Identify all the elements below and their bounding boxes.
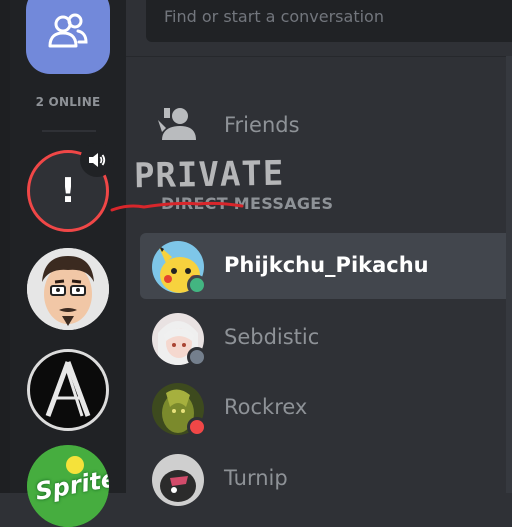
dm-item-rockrex[interactable]: Rockrex xyxy=(140,375,512,441)
header-divider xyxy=(126,56,512,57)
rail-separator xyxy=(42,130,96,132)
online-count: 2 ONLINE xyxy=(35,95,101,109)
scrollbar-track[interactable] xyxy=(506,56,512,493)
status-offline-icon xyxy=(187,347,207,367)
status-online-icon xyxy=(187,275,207,295)
alert-icon: ! xyxy=(60,171,76,211)
dm-name: Phijkchu_Pikachu xyxy=(224,253,429,277)
private-annotation: PRIVATE xyxy=(133,153,285,197)
server-sprite[interactable]: Sprite xyxy=(27,445,109,527)
red-underline-scribble xyxy=(110,201,244,212)
friends-nav-item[interactable]: Friends xyxy=(150,102,512,148)
speaker-icon xyxy=(89,153,106,167)
speaker-badge xyxy=(80,143,114,177)
dm-item-sebdistic[interactable]: Sebdistic xyxy=(140,305,512,371)
dm-name: Sebdistic xyxy=(224,325,320,349)
window-edge xyxy=(0,0,10,493)
search-placeholder: Find or start a conversation xyxy=(164,7,384,26)
friends-icon xyxy=(158,108,196,140)
cartoon-face-avatar xyxy=(27,248,109,330)
people-icon xyxy=(48,13,88,48)
character-avatar xyxy=(152,454,204,506)
friends-label: Friends xyxy=(224,113,300,137)
dm-item-turnip[interactable]: Turnip xyxy=(140,446,512,512)
letter-a-logo xyxy=(45,361,91,417)
server-letter-a[interactable] xyxy=(27,349,109,431)
home-friends-button[interactable] xyxy=(26,0,110,74)
status-dnd-icon xyxy=(187,417,207,437)
avatar xyxy=(152,454,204,506)
dm-name: Turnip xyxy=(224,466,288,490)
dm-item-phijkchu-pikachu[interactable]: Phijkchu_Pikachu xyxy=(140,233,512,299)
dm-name: Rockrex xyxy=(224,395,308,419)
server-cartoon-face[interactable] xyxy=(27,248,109,330)
